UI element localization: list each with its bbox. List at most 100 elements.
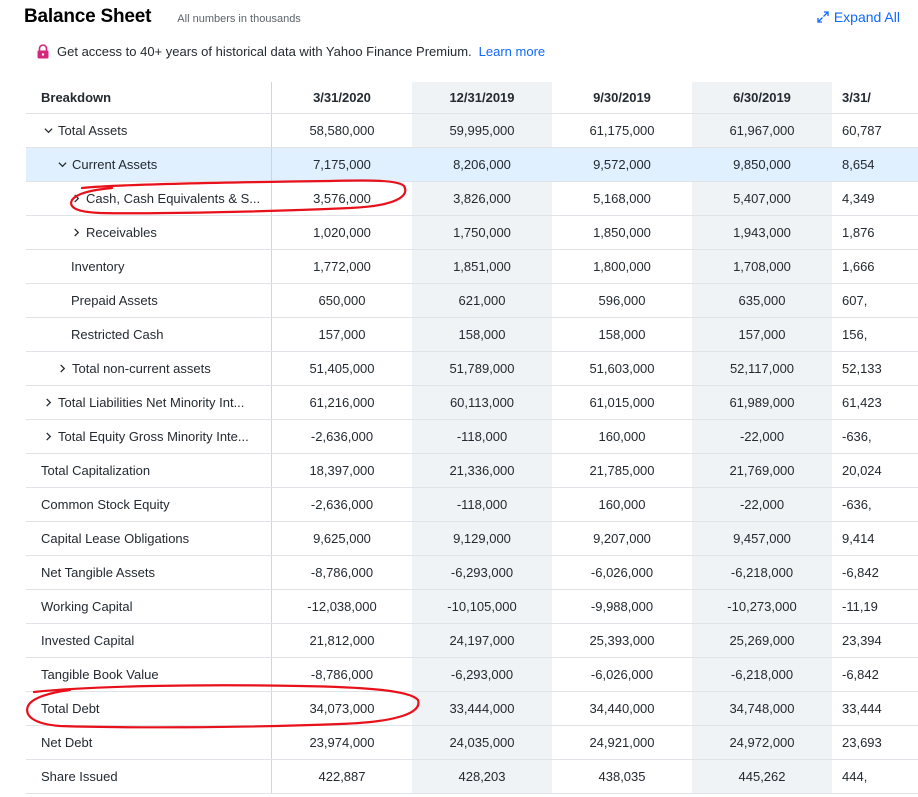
value-cell: 5,407,000 xyxy=(692,182,832,215)
value-cell: -118,000 xyxy=(412,420,552,453)
balance-sheet-table: Breakdown 3/31/2020 12/31/2019 9/30/2019… xyxy=(26,82,918,797)
value-cell: 24,035,000 xyxy=(412,726,552,759)
value-cell: 25,269,000 xyxy=(692,624,832,657)
table-row: Invested Capital 21,812,000 24,197,000 2… xyxy=(26,624,918,658)
chevron-right-icon[interactable] xyxy=(72,193,86,205)
table-row: Inventory 1,772,000 1,851,000 1,800,000 … xyxy=(26,250,918,284)
table-row: Current Assets 7,175,000 8,206,000 9,572… xyxy=(26,148,918,182)
chevron-right-icon[interactable] xyxy=(72,227,86,239)
value-cell: 156, xyxy=(842,327,868,342)
value-cell: 23,394 xyxy=(842,633,882,648)
value-cell: 51,405,000 xyxy=(309,361,375,376)
table-row: Net Debt 23,974,000 24,035,000 24,921,00… xyxy=(26,726,918,760)
value-cell: 5,168,000 xyxy=(593,191,651,206)
value-cell: 60,787 xyxy=(842,123,882,138)
value-cell: -636, xyxy=(842,429,872,444)
lock-icon xyxy=(37,44,49,59)
row-label-receivables[interactable]: Receivables xyxy=(26,216,272,249)
value-cell: 61,015,000 xyxy=(589,395,655,410)
value-cell: 596,000 xyxy=(598,293,646,308)
value-cell: 52,117,000 xyxy=(692,352,832,385)
value-cell: -22,000 xyxy=(692,420,832,453)
value-cell: -6,218,000 xyxy=(692,658,832,691)
value-cell: 157,000 xyxy=(318,327,366,342)
row-label-common-stock-equity: Common Stock Equity xyxy=(26,488,272,521)
value-cell: 24,921,000 xyxy=(589,735,655,750)
value-cell: -6,293,000 xyxy=(412,658,552,691)
value-cell: 61,423 xyxy=(842,395,882,410)
value-cell: 1,772,000 xyxy=(313,259,371,274)
value-cell: -2,636,000 xyxy=(310,429,374,444)
value-cell: 24,972,000 xyxy=(692,726,832,759)
value-cell: 60,113,000 xyxy=(412,386,552,419)
value-cell: 61,989,000 xyxy=(692,386,832,419)
row-label-total-assets[interactable]: Total Assets xyxy=(26,114,272,147)
value-cell: 33,444,000 xyxy=(412,692,552,725)
table-row: Share Issued 422,887 428,203 438,035 445… xyxy=(26,760,918,794)
value-cell: 1,020,000 xyxy=(313,225,371,240)
value-cell: -6,842 xyxy=(842,565,879,580)
row-label-total-non-current-assets[interactable]: Total non-current assets xyxy=(26,352,272,385)
value-cell: -8,786,000 xyxy=(310,667,374,682)
value-cell: 61,175,000 xyxy=(589,123,655,138)
value-cell: -9,988,000 xyxy=(590,599,654,614)
page-subtitle: All numbers in thousands xyxy=(177,13,301,25)
row-label-tangible-book-value: Tangible Book Value xyxy=(26,658,272,691)
chevron-down-icon[interactable] xyxy=(58,159,72,171)
chevron-right-icon[interactable] xyxy=(44,431,58,443)
value-cell: 157,000 xyxy=(692,318,832,351)
row-label-invested-capital: Invested Capital xyxy=(26,624,272,657)
value-cell: 34,748,000 xyxy=(692,692,832,725)
value-cell: 21,812,000 xyxy=(309,633,375,648)
row-label-cash[interactable]: Cash, Cash Equivalents & S... xyxy=(26,182,272,215)
table-row: Restricted Cash 157,000 158,000 158,000 … xyxy=(26,318,918,352)
table-row: Cash, Cash Equivalents & S... 3,576,000 … xyxy=(26,182,918,216)
expand-icon xyxy=(817,11,829,23)
value-cell: -6,842 xyxy=(842,667,879,682)
chevron-right-icon[interactable] xyxy=(44,397,58,409)
value-cell: -2,636,000 xyxy=(310,497,374,512)
value-cell: -8,786,000 xyxy=(310,565,374,580)
value-cell: 160,000 xyxy=(598,497,646,512)
value-cell: 23,974,000 xyxy=(309,735,375,750)
value-cell: 9,625,000 xyxy=(313,531,371,546)
learn-more-link[interactable]: Learn more xyxy=(479,44,545,59)
chevron-right-icon[interactable] xyxy=(58,363,72,375)
value-cell: 52,133 xyxy=(842,361,882,376)
value-cell: 160,000 xyxy=(598,429,646,444)
table-row: Total Equity Gross Minority Inte... -2,6… xyxy=(26,420,918,454)
chevron-down-icon[interactable] xyxy=(44,125,58,137)
row-label-total-equity[interactable]: Total Equity Gross Minority Inte... xyxy=(26,420,272,453)
row-label-restricted-cash: Restricted Cash xyxy=(26,318,272,351)
value-cell: -10,273,000 xyxy=(692,590,832,623)
value-cell: 438,035 xyxy=(598,769,646,784)
value-cell: 1,750,000 xyxy=(412,216,552,249)
value-cell: 9,457,000 xyxy=(692,522,832,555)
value-cell: 1,943,000 xyxy=(692,216,832,249)
page-title: Balance Sheet xyxy=(24,6,152,27)
value-cell: -636, xyxy=(842,497,872,512)
value-cell: 34,073,000 xyxy=(309,701,375,716)
breakdown-header: Breakdown xyxy=(26,82,272,113)
value-cell: 444, xyxy=(842,769,868,784)
value-cell: 1,666 xyxy=(842,259,875,274)
value-cell: 7,175,000 xyxy=(313,157,371,172)
value-cell: 428,203 xyxy=(412,760,552,793)
value-cell: 34,440,000 xyxy=(589,701,655,716)
row-label-total-capitalization: Total Capitalization xyxy=(26,454,272,487)
value-cell: -6,026,000 xyxy=(590,667,654,682)
value-cell: 1,876 xyxy=(842,225,875,240)
row-label-total-liabilities[interactable]: Total Liabilities Net Minority Int... xyxy=(26,386,272,419)
table-row: Prepaid Assets 650,000 621,000 596,000 6… xyxy=(26,284,918,318)
value-cell: 635,000 xyxy=(692,284,832,317)
table-row: Net Tangible Assets -8,786,000 -6,293,00… xyxy=(26,556,918,590)
value-cell: 8,206,000 xyxy=(412,148,552,181)
value-cell: -118,000 xyxy=(412,488,552,521)
value-cell: 4,349 xyxy=(842,191,875,206)
row-label-net-debt: Net Debt xyxy=(26,726,272,759)
expand-all-button[interactable]: Expand All xyxy=(817,9,900,25)
value-cell: 21,336,000 xyxy=(412,454,552,487)
value-cell: 59,995,000 xyxy=(412,114,552,147)
row-label-current-assets[interactable]: Current Assets xyxy=(26,148,272,181)
row-label-working-capital: Working Capital xyxy=(26,590,272,623)
